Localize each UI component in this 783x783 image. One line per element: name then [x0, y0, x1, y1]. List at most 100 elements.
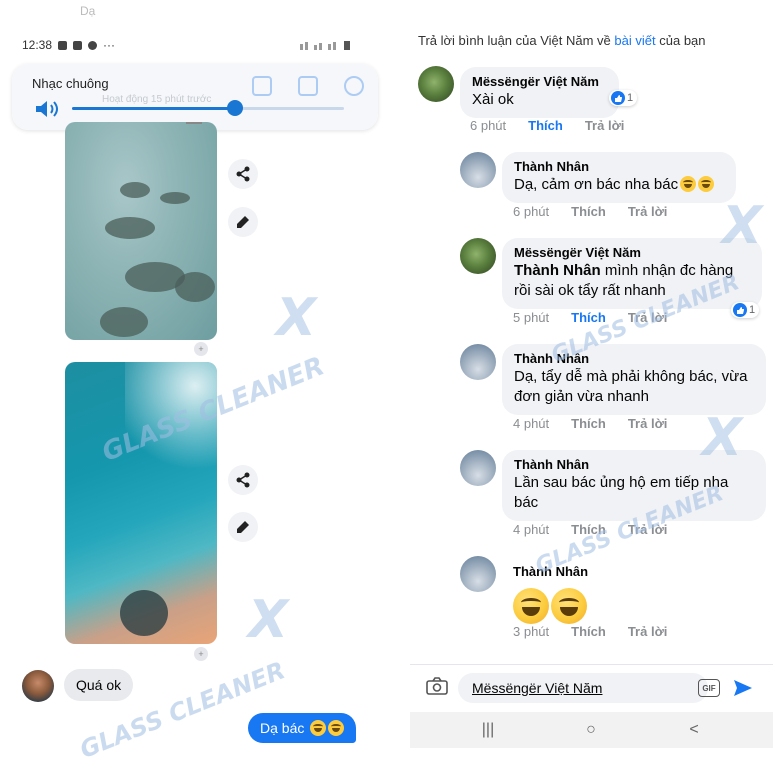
grin-emoji-icon	[551, 588, 587, 624]
grin-emoji-icon	[513, 588, 549, 624]
chat-status-faded: Hoạt động 15 phút trước	[102, 94, 212, 105]
volume-slider[interactable]	[72, 100, 344, 116]
comment-mention[interactable]: Thành Nhân	[514, 262, 601, 279]
like-icon	[611, 91, 625, 105]
status-time: 12:38	[22, 38, 53, 52]
pencil-icon	[237, 521, 249, 533]
edit-button-2[interactable]	[228, 512, 258, 542]
reaction-number: 1	[749, 304, 756, 316]
like-button[interactable]: Thích	[571, 416, 606, 431]
comment-composer: Mëssëngër Việt Năm GIF	[410, 664, 773, 713]
commenter-avatar[interactable]	[460, 450, 496, 486]
reply-button[interactable]: Trả lời	[585, 118, 625, 133]
comment-author[interactable]: Thành Nhân	[514, 158, 724, 175]
camera-icon[interactable]	[426, 677, 448, 695]
phone-icon[interactable]	[252, 76, 272, 96]
commenter-avatar[interactable]	[460, 238, 496, 274]
status-bar: 12:38 ···	[22, 38, 115, 52]
comment-text: Xài ok	[472, 91, 514, 108]
facebook-icon	[73, 40, 83, 50]
emoji-comment	[513, 588, 589, 629]
back-button[interactable]: <	[684, 720, 704, 740]
incoming-message[interactable]: Quá ok	[64, 669, 134, 701]
recents-button[interactable]: |||	[478, 720, 498, 740]
system-icons	[300, 40, 352, 53]
commenter-avatar[interactable]	[418, 66, 454, 102]
volume-slider-knob[interactable]	[227, 100, 244, 116]
add-reaction-icon[interactable]: +	[194, 342, 208, 356]
reply-header: Trả lời bình luận của Việt Năm về bài vi…	[418, 33, 706, 48]
watermark-x: X	[722, 196, 763, 256]
like-button[interactable]: Thích	[528, 118, 563, 133]
send-icon[interactable]	[732, 677, 754, 699]
commenter-avatar[interactable]	[460, 152, 496, 188]
volume-label: Nhạc chuông	[32, 76, 109, 91]
home-button[interactable]: ○	[581, 720, 601, 740]
comment-time: 4 phút	[513, 416, 550, 431]
speaker-icon[interactable]	[34, 98, 60, 120]
android-navbar: ||| ○ <	[410, 712, 773, 748]
add-reaction-icon-2[interactable]: +	[194, 647, 208, 661]
reply-header-prefix: Trả lời bình luận của Việt Năm về	[418, 33, 611, 48]
like-button[interactable]: Thích	[571, 624, 606, 639]
chat-actions-faded	[252, 76, 364, 96]
sender-avatar[interactable]	[22, 670, 54, 702]
reaction-count[interactable]: 1	[731, 302, 760, 318]
share-button-2[interactable]	[228, 465, 258, 495]
comment-time: 6 phút	[513, 204, 550, 219]
gif-button[interactable]: GIF	[698, 679, 720, 697]
edit-button[interactable]	[228, 207, 258, 237]
comment-input[interactable]: Mëssëngër Việt Năm	[458, 673, 708, 703]
info-icon[interactable]	[344, 76, 364, 96]
comment-text: Dạ, tẩy dễ mà phải không bác, vừa đơn gi…	[514, 368, 748, 405]
grin-emoji-icon	[310, 720, 327, 736]
chat-header-name: Dạ	[80, 4, 96, 18]
reply-button[interactable]: Trả lời	[628, 204, 668, 219]
drag-handle[interactable]	[186, 122, 202, 124]
grin-emoji-icon	[680, 176, 697, 192]
reply-header-suffix: của bạn	[659, 33, 706, 48]
comment-author[interactable]: Thành Nhân	[514, 350, 754, 367]
pencil-icon	[237, 216, 249, 228]
comment-bubble[interactable]: Mëssëngër Việt Năm Xài ok	[460, 67, 619, 118]
share-icon	[236, 472, 250, 488]
notification-icon	[58, 40, 68, 50]
share-icon	[236, 166, 250, 182]
comment-time: 4 phút	[513, 522, 550, 537]
share-button[interactable]	[228, 159, 258, 189]
comment-author[interactable]: Mëssëngër Việt Năm	[472, 73, 607, 90]
reaction-count[interactable]: 1	[609, 90, 638, 106]
signal-icon	[300, 41, 350, 50]
post-link[interactable]: bài viết	[614, 33, 655, 48]
reaction-number: 1	[627, 92, 634, 104]
watermark-x: X	[702, 408, 743, 468]
comment-bubble[interactable]: Thành Nhân Dạ, tẩy dễ mà phải không bác,…	[502, 344, 766, 415]
commenter-avatar[interactable]	[460, 344, 496, 380]
commenter-avatar[interactable]	[460, 556, 496, 592]
video-call-icon[interactable]	[298, 76, 318, 96]
like-icon	[733, 303, 747, 317]
like-button[interactable]: Thích	[571, 204, 606, 219]
comment-text: Dạ, cảm ơn bác nha bác	[514, 175, 724, 195]
messenger-icon	[88, 40, 98, 50]
outgoing-message[interactable]: Dạ bác	[248, 713, 357, 743]
grin-emoji-icon	[328, 720, 345, 736]
comment-time: 6 phút	[470, 118, 507, 133]
volume-slider-fill	[72, 107, 236, 110]
watermark-x: X	[276, 288, 317, 348]
comment-time: 3 phút	[513, 624, 550, 639]
grin-emoji-icon	[698, 176, 715, 192]
comment-author[interactable]: Mëssëngër Việt Năm	[514, 244, 750, 261]
comment-meta: 3 phút Thích Trả lời	[513, 624, 667, 639]
comment-meta: 6 phút Thích Trả lời	[470, 118, 624, 133]
comment-meta: 6 phút Thích Trả lời	[513, 204, 667, 219]
comment-bubble[interactable]: Thành Nhân Dạ, cảm ơn bác nha bác	[502, 152, 736, 203]
watermark-x: X	[248, 590, 289, 650]
chat-photo-1[interactable]	[65, 122, 217, 340]
status-more: ···	[103, 38, 116, 52]
comment-meta: 4 phút Thích Trả lời	[513, 416, 667, 431]
volume-panel: Hoạt động 15 phút trước Nhạc chuông	[12, 64, 378, 130]
reply-button[interactable]: Trả lời	[628, 416, 668, 431]
comment-time: 5 phút	[513, 310, 550, 325]
reply-button[interactable]: Trả lời	[628, 624, 668, 639]
